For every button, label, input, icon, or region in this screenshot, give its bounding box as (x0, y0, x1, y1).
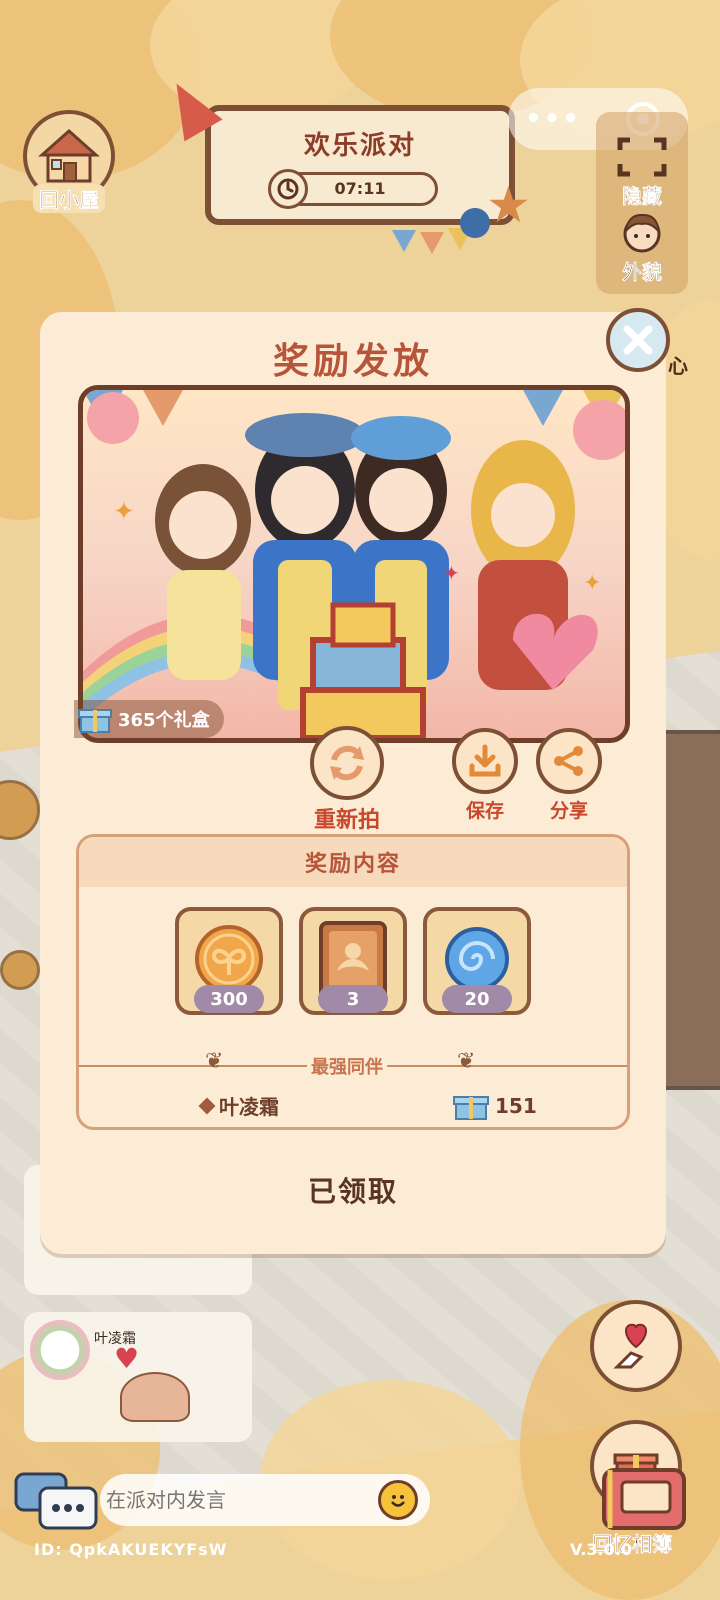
chat-input-bar (100, 1474, 430, 1526)
refresh-icon (310, 726, 384, 800)
star-decoration-icon: ★ (486, 176, 531, 234)
party-sign: 欢乐派对 07:11 (205, 105, 515, 225)
balloon-decoration-icon (460, 208, 490, 238)
chat-bubbles-button[interactable] (12, 1470, 102, 1540)
appearance-button[interactable]: 外貌 (596, 210, 688, 285)
chat-message-card: 叶凌霜 ♥ (24, 1312, 252, 1442)
svg-text:✦: ✦ (113, 497, 135, 527)
reward-modal: 奖励发放 ✦ ✦ ✦ 365个礼盒 重新拍 保存 分享 奖励内容 300 3 2… (40, 312, 666, 1254)
clipped-side-label: 心 (668, 354, 688, 378)
companion-row: 叶凌霜 (198, 1091, 279, 1120)
more-menu-button[interactable]: ••• (508, 104, 598, 134)
like-button[interactable] (590, 1300, 682, 1392)
back-to-house-label: 回小屋 (33, 184, 105, 213)
companion-name: 叶凌霜 (219, 1095, 279, 1119)
gift-box-icon (78, 709, 112, 733)
smiley-icon (391, 1495, 405, 1507)
svg-text:✦: ✦ (583, 571, 601, 596)
heart-sticker-icon: ♥ (114, 1342, 140, 1375)
svg-text:✦: ✦ (443, 561, 460, 585)
hide-button[interactable]: 隐藏 (596, 134, 688, 209)
gift-box-icon (453, 1096, 489, 1120)
diamond-icon (198, 1097, 216, 1114)
best-companion-caption: 最强同伴 (307, 1053, 387, 1079)
gift-total-row: 151 (453, 1091, 537, 1121)
reward-qty: 300 (194, 985, 264, 1013)
save-label: 保存 (465, 800, 504, 822)
party-title: 欢乐派对 (303, 130, 416, 161)
share-label: 分享 (549, 800, 588, 822)
reward-qty: 20 (442, 985, 512, 1013)
retake-label: 重新拍 (313, 808, 380, 833)
reward-qty: 3 (318, 985, 388, 1013)
party-timer: 07:11 (267, 168, 438, 209)
share-icon (536, 728, 602, 794)
snail-sticker-icon (120, 1372, 190, 1422)
emoji-button[interactable] (378, 1480, 418, 1520)
save-button[interactable]: 保存 (452, 728, 518, 823)
claimed-status: 已领取 (307, 1175, 398, 1208)
chat-bubbles-icon (14, 1472, 98, 1530)
swirl-ornament-icon: ❦ (457, 1049, 476, 1074)
avatar-face-icon (623, 213, 661, 253)
party-timer-value: 07:11 (334, 179, 386, 198)
side-panel: 隐藏 外貌 (596, 112, 688, 294)
photo-album-icon (602, 1468, 686, 1530)
user-avatar (30, 1320, 90, 1380)
gift-total: 151 (495, 1094, 537, 1118)
reward-item-coin[interactable]: 300 (175, 907, 283, 1015)
close-modal-button[interactable] (606, 308, 670, 372)
retake-button[interactable]: 重新拍 (310, 726, 384, 834)
close-icon (623, 325, 653, 355)
reward-item-orb[interactable]: 20 (423, 907, 531, 1015)
reward-contents-panel: 奖励内容 300 3 20 ❦ 最强同伴 ❦ 叶凌霜 151 (76, 834, 630, 1130)
gift-count-text: 365个礼盒 (118, 710, 210, 731)
gift-count-badge: 365个礼盒 (74, 700, 224, 738)
reward-contents-header: 奖励内容 (79, 837, 627, 887)
app-version: V.3.0.0 (570, 1540, 632, 1559)
share-button[interactable]: 分享 (536, 728, 602, 823)
appearance-label: 外貌 (622, 260, 662, 284)
memory-album-button[interactable] (598, 1462, 690, 1534)
user-id: ID: QpkAKUEKYFsW (34, 1540, 228, 1559)
party-chat-input[interactable] (106, 1488, 366, 1512)
hand-heart-icon (613, 1323, 647, 1369)
reward-item-book[interactable]: 3 (299, 907, 407, 1015)
frame-corners-icon (617, 137, 667, 177)
back-to-house-button[interactable]: 回小屋 (20, 110, 118, 220)
party-group-photo: ✦ ✦ ✦ (78, 385, 630, 743)
download-icon (452, 728, 518, 794)
modal-title: 奖励发放 (272, 341, 433, 382)
hide-label: 隐藏 (622, 184, 662, 208)
clock-icon (267, 168, 308, 209)
swirl-ornament-icon: ❦ (205, 1049, 224, 1074)
